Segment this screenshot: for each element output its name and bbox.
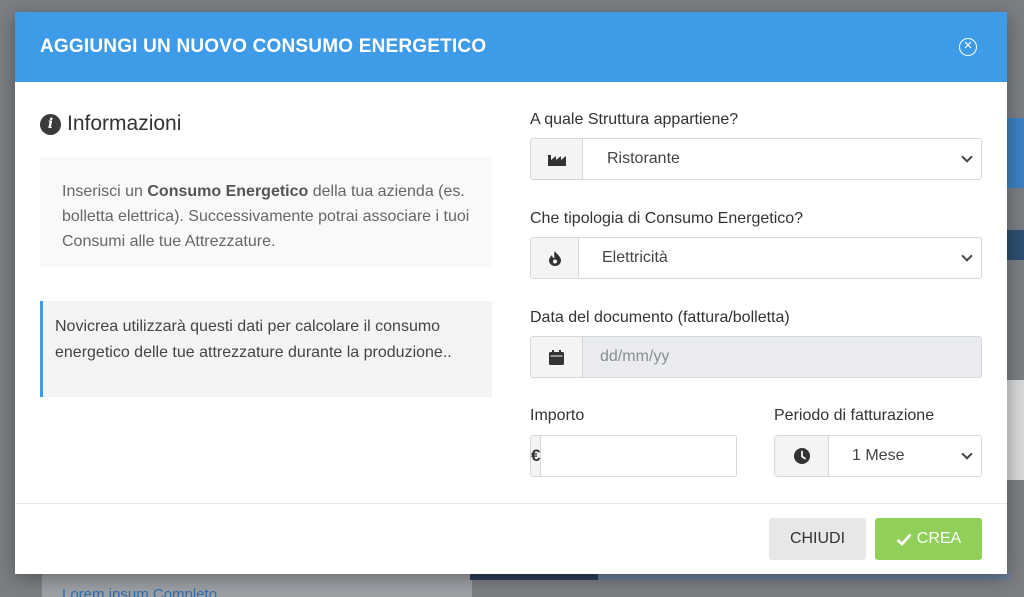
period-label: Periodo di fatturazione — [774, 407, 935, 424]
period-addon — [775, 436, 829, 476]
add-energy-consumption-modal: AGGIUNGI UN NUOVO CONSUMO ENERGETICO ✕ i… — [15, 12, 1007, 574]
background-link: Lorem ipsum Completo — [62, 586, 218, 597]
structure-value: Ristorante — [607, 150, 680, 167]
factory-icon — [547, 155, 566, 166]
background-table-header — [1006, 230, 1024, 260]
fire-icon — [548, 250, 561, 266]
clock-icon — [793, 448, 810, 464]
close-circle-icon[interactable]: ✕ — [959, 38, 977, 56]
info-title: Informazioni — [67, 112, 182, 135]
structure-select[interactable]: Ristorante — [530, 138, 982, 180]
modal-title: AGGIUNGI UN NUOVO CONSUMO ENERGETICO — [40, 36, 487, 57]
modal-footer: CHIUDI CREA — [15, 503, 1007, 574]
background-header-strip — [1006, 118, 1024, 188]
create-button[interactable]: CREA — [875, 518, 982, 560]
amount-addon: € — [531, 436, 542, 476]
date-input[interactable]: dd/mm/yy — [583, 337, 981, 377]
type-addon — [531, 238, 579, 278]
structure-label: A quale Struttura appartiene? — [530, 111, 739, 128]
close-button[interactable]: CHIUDI — [769, 518, 866, 560]
amount-label: Importo — [530, 407, 585, 424]
date-addon — [531, 337, 583, 377]
modal-body: i Informazioni Inserisci un Consumo Ener… — [15, 82, 1007, 503]
info-note: Novicrea utilizzarà questi dati per calc… — [40, 301, 492, 397]
info-heading: i Informazioni — [40, 112, 181, 136]
intro-prefix: Inserisci un — [62, 183, 148, 200]
chevron-down-icon — [961, 448, 973, 460]
type-select[interactable]: Elettricità — [530, 237, 982, 279]
modal-header: AGGIUNGI UN NUOVO CONSUMO ENERGETICO ✕ — [15, 12, 1007, 82]
type-value: Elettricità — [602, 249, 668, 266]
period-value: 1 Mese — [852, 447, 905, 464]
amount-field[interactable]: € — [530, 435, 737, 477]
check-icon — [896, 533, 912, 546]
amount-input[interactable] — [541, 436, 736, 476]
type-label: Che tipologia di Consumo Energetico? — [530, 210, 804, 227]
structure-select-value[interactable]: Ristorante — [583, 139, 981, 179]
structure-addon — [531, 139, 583, 179]
type-select-value[interactable]: Elettricità — [579, 238, 981, 278]
period-select-value[interactable]: 1 Mese — [829, 436, 981, 476]
info-circle-icon: i — [40, 113, 61, 135]
period-select[interactable]: 1 Mese — [774, 435, 982, 477]
chevron-down-icon — [961, 250, 973, 262]
background-table — [1006, 380, 1024, 480]
euro-icon: € — [531, 446, 541, 465]
chevron-down-icon — [961, 151, 973, 163]
intro-bold: Consumo Energetico — [147, 183, 309, 200]
date-label: Data del documento (fattura/bolletta) — [530, 309, 790, 326]
date-field[interactable]: dd/mm/yy — [530, 336, 982, 378]
create-label: CREA — [916, 530, 962, 547]
intro-text: Inserisci un Consumo Energetico della tu… — [40, 157, 492, 267]
calendar-icon — [549, 349, 564, 365]
